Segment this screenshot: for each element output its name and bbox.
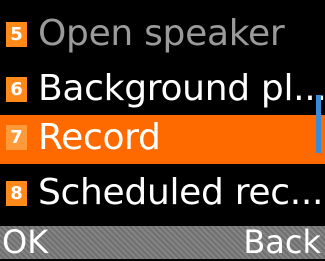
menu-item-record[interactable]: 7 Record bbox=[0, 115, 325, 164]
scrollbar[interactable] bbox=[316, 95, 321, 153]
menu-item-label: Record bbox=[38, 117, 161, 158]
menu-number-badge: 7 bbox=[6, 125, 27, 150]
options-menu: 5 Open speaker 6 Background pl... 7 Reco… bbox=[0, 0, 325, 226]
menu-item-label: Scheduled rec... bbox=[38, 172, 324, 213]
menu-item-background-play[interactable]: 6 Background pl... bbox=[0, 64, 325, 117]
menu-item-scheduled-recording[interactable]: 8 Scheduled rec... bbox=[0, 168, 325, 221]
menu-item-open-speaker[interactable]: 5 Open speaker bbox=[0, 9, 325, 62]
menu-item-label: Background pl... bbox=[38, 68, 325, 109]
ok-softkey[interactable]: OK bbox=[2, 223, 48, 261]
menu-number-badge: 8 bbox=[6, 181, 27, 206]
back-softkey[interactable]: Back bbox=[243, 223, 321, 261]
menu-number-badge: 6 bbox=[6, 77, 27, 102]
softkey-bar: OK Back bbox=[0, 223, 325, 261]
menu-item-label: Open speaker bbox=[38, 13, 285, 54]
menu-number-badge: 5 bbox=[6, 22, 27, 47]
